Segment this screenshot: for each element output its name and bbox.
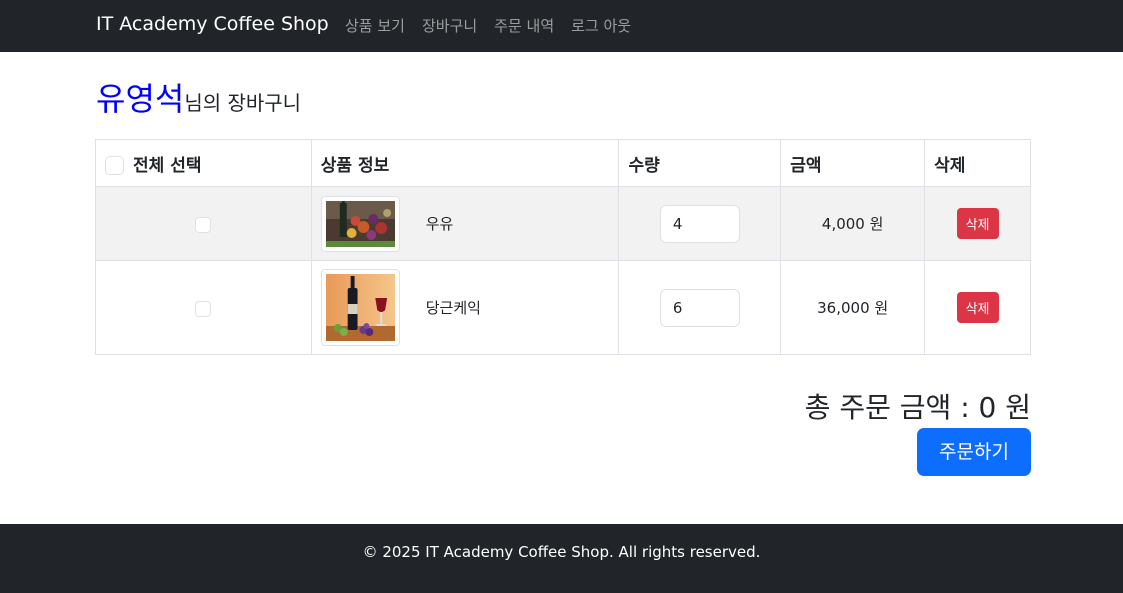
navbar: IT Academy Coffee Shop 상품 보기 장바구니 주문 내역 … xyxy=(0,0,1123,52)
amount-cell: 4,000 원 xyxy=(780,186,926,261)
footer-text: © 2025 IT Academy Coffee Shop. All right… xyxy=(362,543,761,561)
row-checkbox[interactable] xyxy=(195,216,212,233)
select-all-header: 전체 선택 xyxy=(95,139,312,187)
row-select-cell xyxy=(95,260,312,355)
quantity-cell: 6 xyxy=(618,260,782,355)
page-title: 유영석님의 장바구니 xyxy=(96,74,301,120)
nav-cart[interactable]: 장바구니 xyxy=(422,15,477,36)
product-image xyxy=(320,195,400,252)
order-button[interactable]: 주문하기 xyxy=(917,428,1031,476)
product-image xyxy=(320,269,400,346)
select-all-label: 전체 선택 xyxy=(133,155,202,176)
nav-links: 상품 보기 장바구니 주문 내역 로그 아웃 xyxy=(345,15,631,36)
amount-cell: 36,000 원 xyxy=(780,260,926,355)
footer: © 2025 IT Academy Coffee Shop. All right… xyxy=(0,524,1123,593)
delete-button[interactable]: 삭제 xyxy=(956,292,999,323)
delete-header: 삭제 xyxy=(924,139,1031,187)
brand-link[interactable]: IT Academy Coffee Shop xyxy=(96,13,329,35)
product-cell: 우유 xyxy=(310,186,620,261)
nav-orders[interactable]: 주문 내역 xyxy=(494,15,554,36)
user-name: 유영석 xyxy=(96,80,185,118)
product-name: 당근케익 xyxy=(425,299,481,317)
cart-table: 전체 선택 상품 정보 수량 금액 삭제 우유 4 4,000 원 삭제 당근케… xyxy=(95,139,1031,355)
delete-cell: 삭제 xyxy=(924,260,1031,355)
order-total: 총 주문 금액 : 0 원 xyxy=(804,391,1031,424)
table-row: 당근케익 6 36,000 원 삭제 xyxy=(95,260,1031,355)
nav-products[interactable]: 상품 보기 xyxy=(345,15,405,36)
product-header: 상품 정보 xyxy=(310,139,620,187)
product-cell: 당근케익 xyxy=(310,260,620,355)
delete-cell: 삭제 xyxy=(924,186,1031,261)
quantity-input[interactable]: 6 xyxy=(659,288,740,327)
quantity-cell: 4 xyxy=(618,186,782,261)
row-select-cell xyxy=(95,186,312,261)
quantity-input[interactable]: 4 xyxy=(659,204,740,243)
product-name: 우유 xyxy=(425,215,454,233)
quantity-header: 수량 xyxy=(618,139,782,187)
page-title-suffix: 님의 장바구니 xyxy=(184,91,302,115)
select-all-checkbox[interactable] xyxy=(105,156,124,175)
nav-logout[interactable]: 로그 아웃 xyxy=(571,15,631,36)
table-header-row: 전체 선택 상품 정보 수량 금액 삭제 xyxy=(95,139,1031,187)
delete-button[interactable]: 삭제 xyxy=(956,208,999,239)
amount-header: 금액 xyxy=(780,139,926,187)
table-row: 우유 4 4,000 원 삭제 xyxy=(95,186,1031,261)
row-checkbox[interactable] xyxy=(195,300,212,317)
